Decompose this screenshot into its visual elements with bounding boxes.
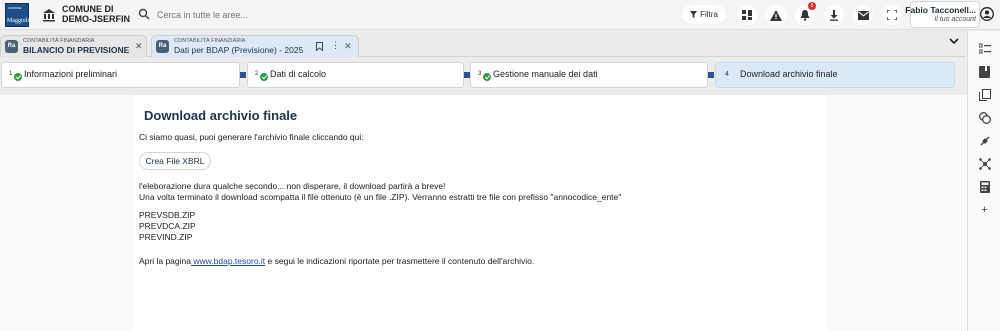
book-icon[interactable] bbox=[978, 65, 991, 78]
check-icon bbox=[483, 73, 491, 81]
download-icon[interactable] bbox=[824, 5, 844, 25]
step-label: Gestione manuale dei dati bbox=[493, 69, 598, 79]
right-gutter bbox=[827, 95, 967, 331]
top-bar: COMUNE Maggioli COMUNE DI DEMO-JSERFIN F… bbox=[0, 0, 1000, 30]
file-item: PREVDCA.ZIP bbox=[139, 221, 196, 231]
step-label: Informazioni preliminari bbox=[24, 69, 118, 79]
file-item: PREVSDB.ZIP bbox=[139, 210, 196, 220]
plus-icon[interactable]: + bbox=[978, 203, 991, 216]
search-input[interactable] bbox=[157, 4, 677, 26]
note-line-2: Una volta terminato il download scompatt… bbox=[139, 192, 622, 202]
plug-icon[interactable] bbox=[978, 134, 991, 147]
step-dati-di-calcolo[interactable]: 2 Dati di calcolo bbox=[247, 62, 464, 88]
file-item: PREVIND.ZIP bbox=[139, 232, 193, 242]
search-bar[interactable] bbox=[133, 4, 738, 26]
step-number: 3 bbox=[478, 71, 482, 77]
filter-button[interactable]: Filtra bbox=[682, 5, 726, 24]
create-xbrl-button[interactable]: Crea File XBRL bbox=[139, 152, 211, 170]
warning-icon[interactable] bbox=[766, 5, 786, 25]
tab-bdap[interactable]: Ra CONTABILITÀ FINANZIARIA Dati per BDAP… bbox=[151, 35, 359, 57]
tab-title: BILANCIO DI PREVISIONE bbox=[23, 45, 130, 55]
step-number: 1 bbox=[9, 71, 13, 77]
maggioli-logo[interactable]: COMUNE Maggioli bbox=[5, 3, 29, 27]
calculator-icon[interactable] bbox=[978, 180, 991, 193]
step-download-archivio[interactable]: 4 Download archivio finale bbox=[715, 62, 955, 88]
tab-bilancio[interactable]: Ra CONTABILITÀ FINANZIARIA BILANCIO DI P… bbox=[0, 35, 147, 57]
right-sidebar: + bbox=[967, 31, 1000, 331]
step-gestione-manuale[interactable]: 3 Gestione manuale dei dati bbox=[470, 62, 708, 88]
filter-icon bbox=[690, 11, 698, 18]
check-icon bbox=[14, 73, 22, 81]
copy-icon[interactable] bbox=[978, 88, 991, 101]
footer-suffix: e segui le indicazioni riportate per tra… bbox=[265, 256, 535, 266]
logo-top-text: COMUNE bbox=[8, 6, 22, 10]
app-logo-icon: Ra bbox=[5, 40, 18, 53]
user-subtitle: Il tuo account bbox=[934, 16, 976, 23]
user-name: Fabio Tacconell... bbox=[905, 5, 976, 15]
step-number: 2 bbox=[255, 71, 259, 77]
app-logo-icon: Ra bbox=[156, 40, 169, 53]
close-icon[interactable]: ✕ bbox=[344, 41, 352, 52]
bookmark-icon[interactable] bbox=[316, 42, 323, 51]
tab-title: Dati per BDAP (Previsione) - 2025 bbox=[174, 45, 304, 55]
checklist-icon[interactable] bbox=[978, 42, 991, 55]
check-icon bbox=[260, 73, 268, 81]
bell-icon[interactable]: 5 bbox=[795, 2, 816, 25]
step-number: 4 bbox=[725, 71, 729, 78]
municipality-name: COMUNE DI DEMO-JSERFIN bbox=[62, 4, 131, 24]
account-icon[interactable] bbox=[980, 7, 994, 21]
mail-icon[interactable] bbox=[853, 5, 873, 25]
intro-text: Ci siamo quasi, puoi generare l'archivio… bbox=[139, 132, 364, 142]
step-informazioni-preliminari[interactable]: 1 Informazioni preliminari bbox=[1, 62, 240, 88]
coins-icon[interactable] bbox=[978, 111, 991, 124]
page-title: Download archivio finale bbox=[144, 108, 298, 123]
dashboard-icon[interactable] bbox=[737, 5, 757, 25]
more-icon[interactable]: ⋮ bbox=[331, 40, 340, 51]
user-account[interactable]: Fabio Tacconell... Il tuo account bbox=[905, 1, 980, 28]
step-connector bbox=[708, 72, 714, 78]
step-label: Download archivio finale bbox=[740, 69, 838, 79]
bdap-link[interactable]: www.bdap.tesoro.it bbox=[191, 256, 265, 266]
chevron-down-icon[interactable] bbox=[949, 38, 959, 45]
wizard-stepper: 1 Informazioni preliminari 2 Dati di cal… bbox=[0, 58, 966, 91]
tab-supertitle: CONTABILITÀ FINANZIARIA bbox=[23, 38, 95, 44]
network-icon[interactable] bbox=[978, 157, 991, 170]
fullscreen-icon[interactable] bbox=[882, 5, 902, 25]
tab-bar: Ra CONTABILITÀ FINANZIARIA BILANCIO DI P… bbox=[0, 31, 966, 57]
logo-text: Maggioli bbox=[7, 18, 29, 24]
municipality-icon bbox=[43, 9, 55, 22]
search-icon bbox=[138, 8, 150, 20]
notification-badge: 5 bbox=[808, 2, 816, 10]
step-label: Dati di calcolo bbox=[270, 69, 327, 79]
footer-instructions: Apri la pagina www.bdap.tesoro.it e segu… bbox=[139, 256, 534, 267]
filter-label: Filtra bbox=[700, 10, 718, 19]
main-content: Download archivio finale Ci siamo quasi,… bbox=[133, 95, 827, 331]
step-connector bbox=[240, 72, 246, 78]
footer-prefix: Apri la pagina bbox=[139, 256, 191, 266]
left-gutter bbox=[0, 95, 133, 331]
tab-supertitle: CONTABILITÀ FINANZIARIA bbox=[174, 38, 246, 44]
note-line-1: l'eleborazione dura qualche secondo... n… bbox=[139, 181, 446, 191]
close-icon[interactable]: ✕ bbox=[135, 41, 143, 52]
